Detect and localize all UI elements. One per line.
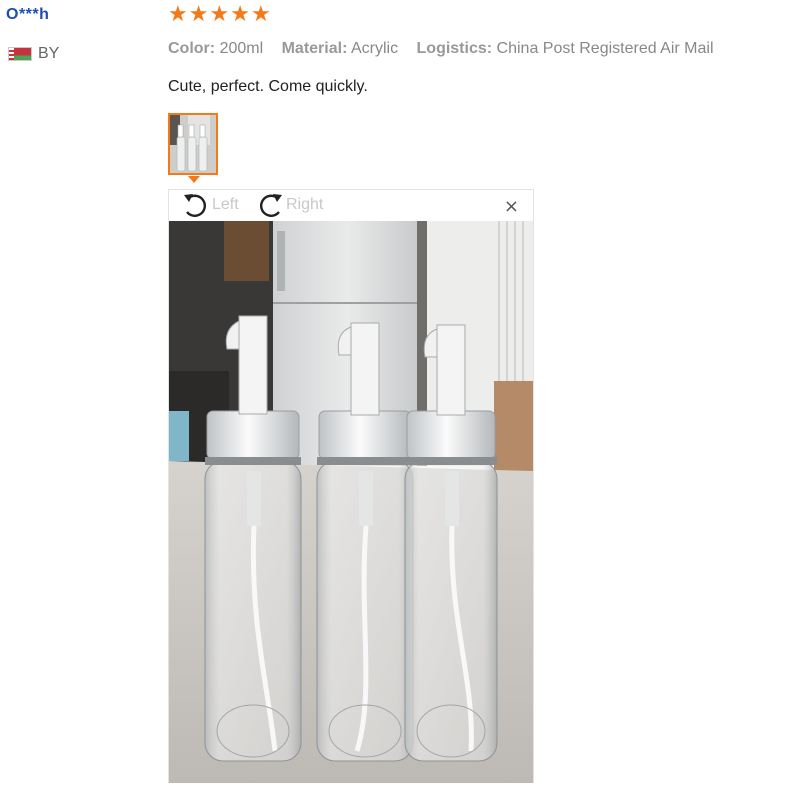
photo-viewer: Left Right × <box>168 189 534 783</box>
viewer-toolbar: Left Right × <box>169 190 533 222</box>
rotate-left-label: Left <box>212 196 239 213</box>
close-icon[interactable]: × <box>504 198 519 216</box>
thumbnail-pointer-icon <box>188 176 200 183</box>
rotate-right-icon <box>260 194 282 217</box>
star-icon: ★ <box>250 2 271 27</box>
review-attributes: Color: 200ml Material: Acrylic Logistics… <box>168 40 728 58</box>
rotate-left-button[interactable]: Left <box>181 191 239 219</box>
belarus-flag-icon <box>8 47 32 61</box>
star-icon: ★ <box>168 2 188 27</box>
photo-thumbnail[interactable] <box>168 113 218 175</box>
review-text: Cute, perfect. Come quickly. <box>168 78 368 95</box>
star-icon: ★ <box>230 2 250 27</box>
review-photo <box>169 221 533 783</box>
reviewer-name[interactable]: O***h <box>6 6 49 24</box>
reviewer-country: BY <box>8 45 59 63</box>
rotate-left-icon <box>184 194 206 217</box>
star-icon: ★ <box>188 2 209 27</box>
star-icon: ★ <box>209 2 230 27</box>
country-code: BY <box>38 45 60 62</box>
rotate-right-button[interactable]: Right <box>255 191 323 219</box>
attribute-material: Material: Acrylic <box>281 40 399 57</box>
attribute-logistics: Logistics: China Post Registered Air Mai… <box>416 40 714 57</box>
rotate-right-label: Right <box>286 196 324 213</box>
star-rating: ★ ★ ★ ★ ★ <box>168 4 271 26</box>
attribute-color: Color: 200ml <box>168 40 264 57</box>
